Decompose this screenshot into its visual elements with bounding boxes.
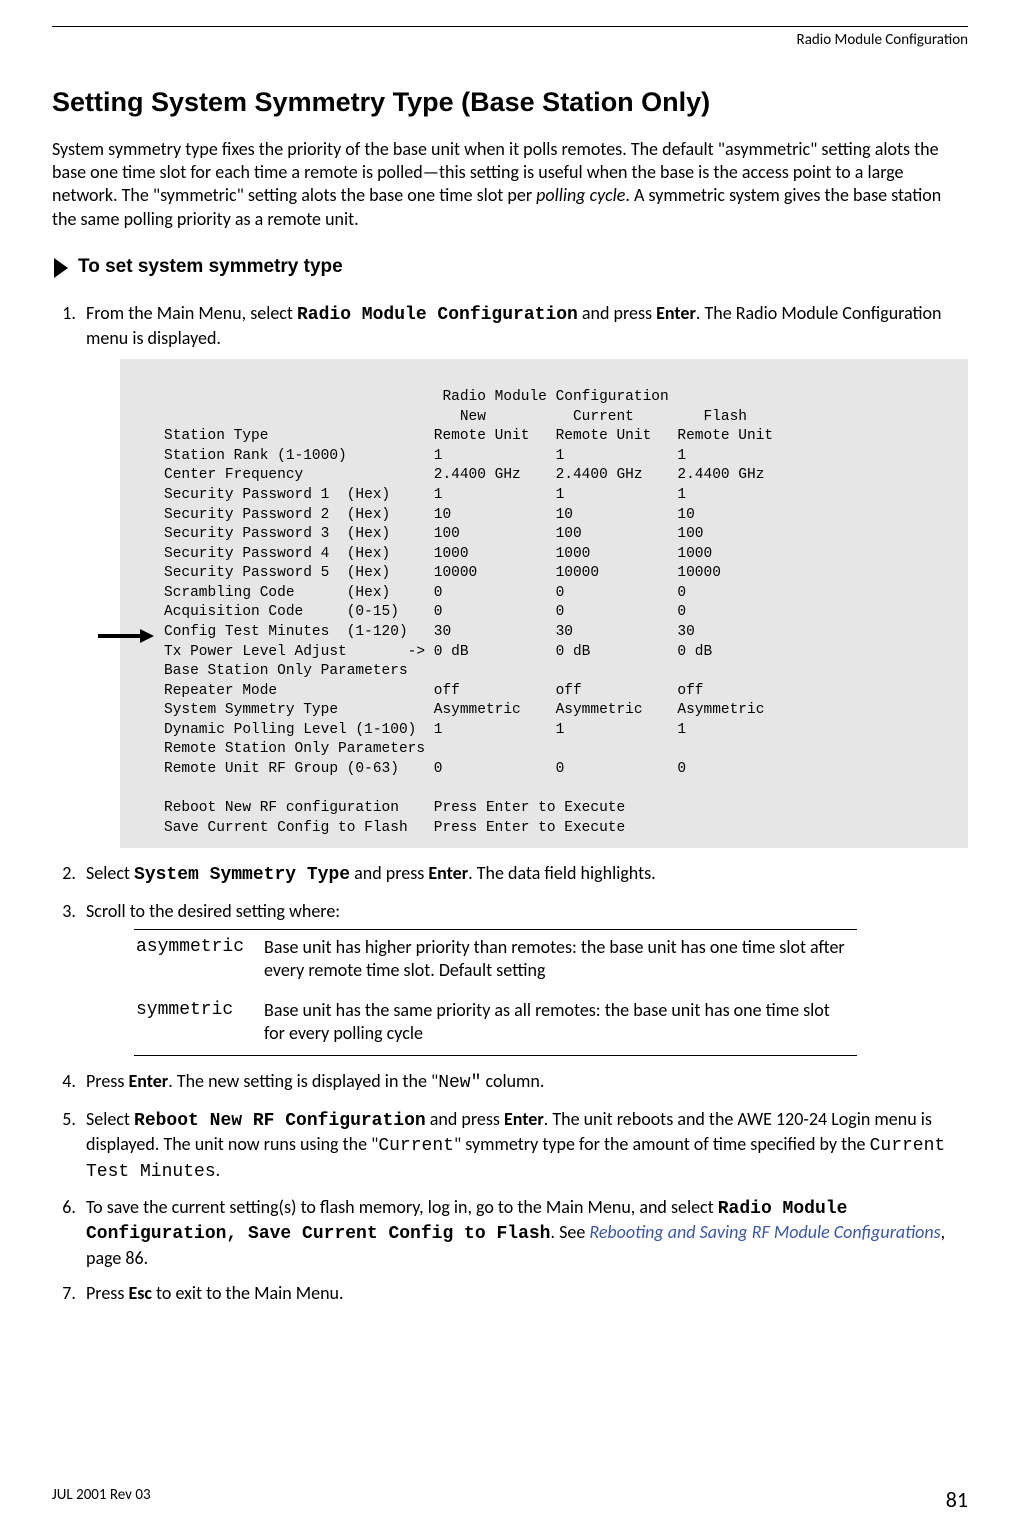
arrow-indicator-icon (98, 628, 154, 644)
step-2: Select System Symmetry Type and press En… (80, 862, 968, 887)
table-row: symmetric Base unit has the same priorit… (134, 993, 857, 1056)
step-list: From the Main Menu, select Radio Module … (52, 302, 968, 1306)
step-1: From the Main Menu, select Radio Module … (80, 302, 968, 848)
definition-table: asymmetric Base unit has higher priority… (134, 929, 857, 1057)
step-3: Scroll to the desired setting where: asy… (80, 900, 968, 1057)
procedure-heading: To set system symmetry type (52, 255, 968, 280)
table-row: asymmetric Base unit has higher priority… (134, 929, 857, 992)
step-6: To save the current setting(s) to flash … (80, 1196, 968, 1270)
running-header: Radio Module Configuration (52, 26, 968, 51)
arrow-right-icon (52, 258, 70, 278)
term-symmetric: symmetric (134, 993, 262, 1056)
xref-link[interactable]: Rebooting and Saving RF Module Configura… (589, 1221, 940, 1243)
step-7: Press Esc to exit to the Main Menu. (80, 1282, 968, 1305)
step-5: Select Reboot New RF Configuration and p… (80, 1108, 968, 1184)
step-4: Press Enter. The new setting is displaye… (80, 1070, 968, 1095)
term-asymmetric: asymmetric (134, 929, 262, 992)
config-screen: Radio Module Configuration New Current F… (120, 359, 968, 849)
def-asymmetric: Base unit has higher priority than remot… (262, 929, 857, 992)
intro-paragraph: System symmetry type fixes the priority … (52, 138, 968, 232)
config-screen-text: Radio Module Configuration New Current F… (164, 389, 773, 835)
def-symmetric: Base unit has the same priority as all r… (262, 993, 857, 1056)
header-section: Radio Module Configuration (797, 31, 968, 49)
page-title: Setting System Symmetry Type (Base Stati… (52, 85, 968, 120)
